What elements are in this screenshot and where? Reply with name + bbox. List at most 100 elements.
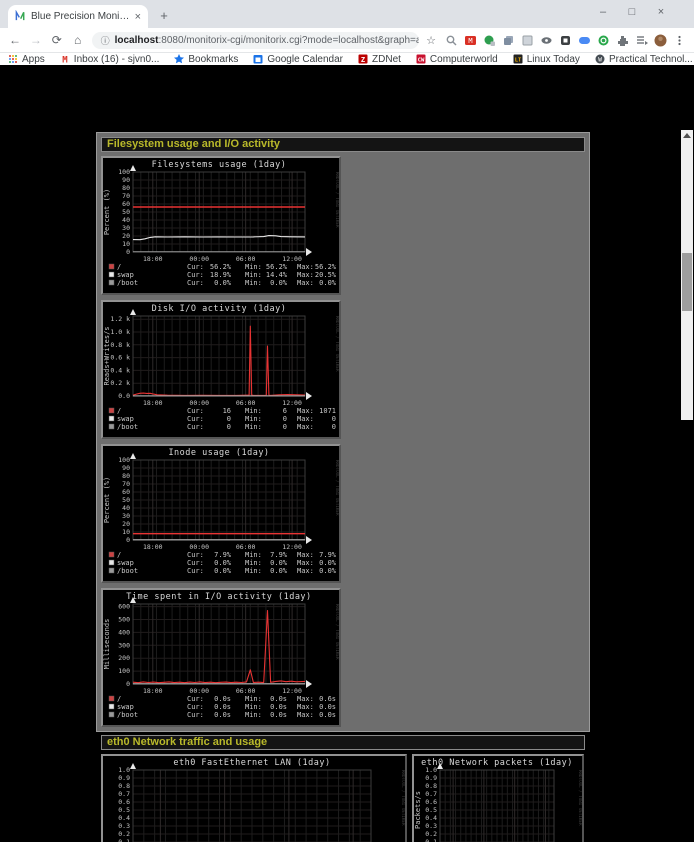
chart-panel-time-spent-in-i-o-activity[interactable]: Time spent in I/O activity (1day)Millise… xyxy=(101,588,341,727)
svg-text:W: W xyxy=(598,56,602,63)
address-bar[interactable]: ⓘ localhost:8080/monitorix-cgi/monitorix… xyxy=(92,32,420,49)
svg-text:0.0%: 0.0% xyxy=(214,559,232,567)
section-header-filesystem-usage-and-i-o-activity: Filesystem usage and I/O activity xyxy=(101,137,585,152)
profile-avatar[interactable] xyxy=(654,34,667,47)
svg-text:16: 16 xyxy=(223,407,231,415)
tab-title: Blue Precision Monitorix xyxy=(31,11,130,22)
copy-pages-icon[interactable] xyxy=(502,34,515,47)
bookmark-star-icon[interactable]: ☆ xyxy=(426,34,436,47)
svg-text:Time spent in I/O activity (1: Time spent in I/O activity (1day) xyxy=(126,592,311,602)
green-circle-extension-icon[interactable] xyxy=(597,34,610,47)
extensions-puzzle-icon[interactable] xyxy=(616,34,629,47)
svg-text:LT: LT xyxy=(514,58,521,64)
svg-text:0.2 k: 0.2 k xyxy=(110,379,130,387)
back-icon[interactable]: ← xyxy=(8,33,22,47)
svg-text:30: 30 xyxy=(122,224,130,232)
svg-text:0.0%: 0.0% xyxy=(319,567,337,575)
svg-text:12:00: 12:00 xyxy=(282,543,302,551)
chart-panel-disk-i-o-activity[interactable]: Disk I/O activity (1day)Reads+Writes/s1.… xyxy=(101,300,341,439)
forward-icon[interactable]: → xyxy=(29,33,43,47)
svg-text:RRDTOOL / TOBI OETIKER: RRDTOOL / TOBI OETIKER xyxy=(401,770,405,826)
svg-text:0.0s: 0.0s xyxy=(319,711,336,719)
svg-text:30: 30 xyxy=(122,512,130,520)
svg-text:20.5%: 20.5% xyxy=(315,271,337,279)
scrollbar-up-arrow-icon[interactable] xyxy=(683,133,691,138)
chart-panel-eth0-fastethernet-lan[interactable]: eth0 FastEthernet LAN (1day)1.00.90.80.7… xyxy=(101,754,407,842)
svg-text:7.9%: 7.9% xyxy=(319,551,337,559)
chart-panel-filesystems-usage[interactable]: Filesystems usage (1day)Percent (%)10090… xyxy=(101,156,341,295)
svg-text:0.6: 0.6 xyxy=(425,798,437,806)
svg-text:Percent (%): Percent (%) xyxy=(103,189,111,235)
scrollbar-thumb[interactable] xyxy=(682,253,692,311)
bookmark-label: Apps xyxy=(22,54,45,65)
svg-text:Min:: Min: xyxy=(245,407,262,415)
section-header-eth0-network-traffic-and-usage: eth0 Network traffic and usage xyxy=(101,735,585,750)
svg-text:0.0%: 0.0% xyxy=(214,279,232,287)
dark-square-extension-icon[interactable] xyxy=(559,34,572,47)
bookmark-item-computerworld[interactable]: CWComputerworld xyxy=(416,54,498,65)
svg-text:Inode usage (1day): Inode usage (1day) xyxy=(168,448,269,458)
page-content: Filesystem usage and I/O activityFilesys… xyxy=(0,65,694,421)
svg-text:0: 0 xyxy=(227,415,231,423)
window-minimize-button[interactable]: – xyxy=(598,6,608,18)
svg-text:18.9%: 18.9% xyxy=(210,271,232,279)
svg-text:0.0%: 0.0% xyxy=(270,279,288,287)
svg-text:Cur:: Cur: xyxy=(187,703,204,711)
bookmark-label: Practical Technol... xyxy=(609,54,693,65)
svg-text:80: 80 xyxy=(122,472,130,480)
svg-text:0: 0 xyxy=(332,415,336,423)
bookmark-item-google-calendar[interactable]: Google Calendar xyxy=(253,54,343,65)
svg-text:Percent (%): Percent (%) xyxy=(103,477,111,523)
bookmark-item-linux-today[interactable]: LTLinux Today xyxy=(513,54,580,65)
svg-text:0.0%: 0.0% xyxy=(214,567,232,575)
svg-text:Max:: Max: xyxy=(297,567,314,575)
bookmark-items: Apps MInbox (16) - sjvn0... Bookmarks Googl… xyxy=(8,54,694,65)
svg-text:100: 100 xyxy=(118,667,130,675)
session-buddy-icon[interactable] xyxy=(483,34,496,47)
tab-close-icon[interactable]: × xyxy=(135,11,141,23)
svg-text:Max:: Max: xyxy=(297,695,314,703)
bookmark-label: Bookmarks xyxy=(188,54,238,65)
svg-text:0.9: 0.9 xyxy=(118,774,130,782)
svg-text:0.0s: 0.0s xyxy=(214,703,231,711)
playlist-extension-icon[interactable] xyxy=(635,34,648,47)
svg-text:00:00: 00:00 xyxy=(189,255,209,263)
svg-text:10: 10 xyxy=(122,240,130,248)
bookmark-item-inbox-sjvn0[interactable]: MInbox (16) - sjvn0... xyxy=(60,54,160,65)
messenger-extension-icon[interactable] xyxy=(578,34,591,47)
svg-text:0.5: 0.5 xyxy=(425,806,437,814)
page-info-icon[interactable]: ⓘ xyxy=(101,34,110,47)
svg-text:0.8: 0.8 xyxy=(118,782,130,790)
new-tab-button[interactable]: + xyxy=(156,8,172,23)
window-maximize-button[interactable]: □ xyxy=(627,6,637,18)
svg-text:0.0s: 0.0s xyxy=(319,703,336,711)
svg-text:Cur:: Cur: xyxy=(187,567,204,575)
svg-text:Min:: Min: xyxy=(245,423,262,431)
svg-text:swap: swap xyxy=(117,559,134,567)
bookmark-item-practical-technol[interactable]: W Practical Technol... xyxy=(595,54,693,65)
url-rest: :8080/monitorix-cgi/monitorix.cgi?mode=l… xyxy=(158,35,419,46)
svg-text:swap: swap xyxy=(117,703,134,711)
bookmark-item-apps[interactable]: Apps xyxy=(8,54,45,65)
window-close-button[interactable]: × xyxy=(656,6,666,18)
monitorix-container: Filesystem usage and I/O activityFilesys… xyxy=(96,132,590,732)
bookmark-item-bookmarks[interactable]: Bookmarks xyxy=(174,54,238,65)
svg-text:0.0%: 0.0% xyxy=(270,567,288,575)
chart-panel-eth0-network-packets[interactable]: eth0 Network packets (1day)Packets/s1.00… xyxy=(412,754,584,842)
chart-grid: eth0 FastEthernet LAN (1day)1.00.90.80.7… xyxy=(101,754,585,842)
gmail-extension-icon[interactable]: M xyxy=(464,34,477,47)
gray-square-extension-icon[interactable] xyxy=(521,34,534,47)
tab-active[interactable]: Blue Precision Monitorix × xyxy=(8,5,148,28)
eye-extension-icon[interactable] xyxy=(540,34,553,47)
svg-text:18:00: 18:00 xyxy=(143,255,163,263)
reload-icon[interactable]: ⟳ xyxy=(50,33,64,47)
kebab-menu-icon[interactable] xyxy=(673,34,686,47)
home-icon[interactable]: ⌂ xyxy=(71,33,85,47)
svg-text:1.0: 1.0 xyxy=(118,766,130,774)
search-icon[interactable] xyxy=(445,34,458,47)
bookmark-item-zdnet[interactable]: ZZDNet xyxy=(358,54,401,65)
page-scrollbar[interactable] xyxy=(681,130,693,420)
chart-panel-inode-usage[interactable]: Inode usage (1day)Percent (%)10090807060… xyxy=(101,444,341,583)
browser-toolbar: ← → ⟳ ⌂ ⓘ localhost:8080/monitorix-cgi/m… xyxy=(0,28,694,53)
svg-text:Min:: Min: xyxy=(245,703,262,711)
